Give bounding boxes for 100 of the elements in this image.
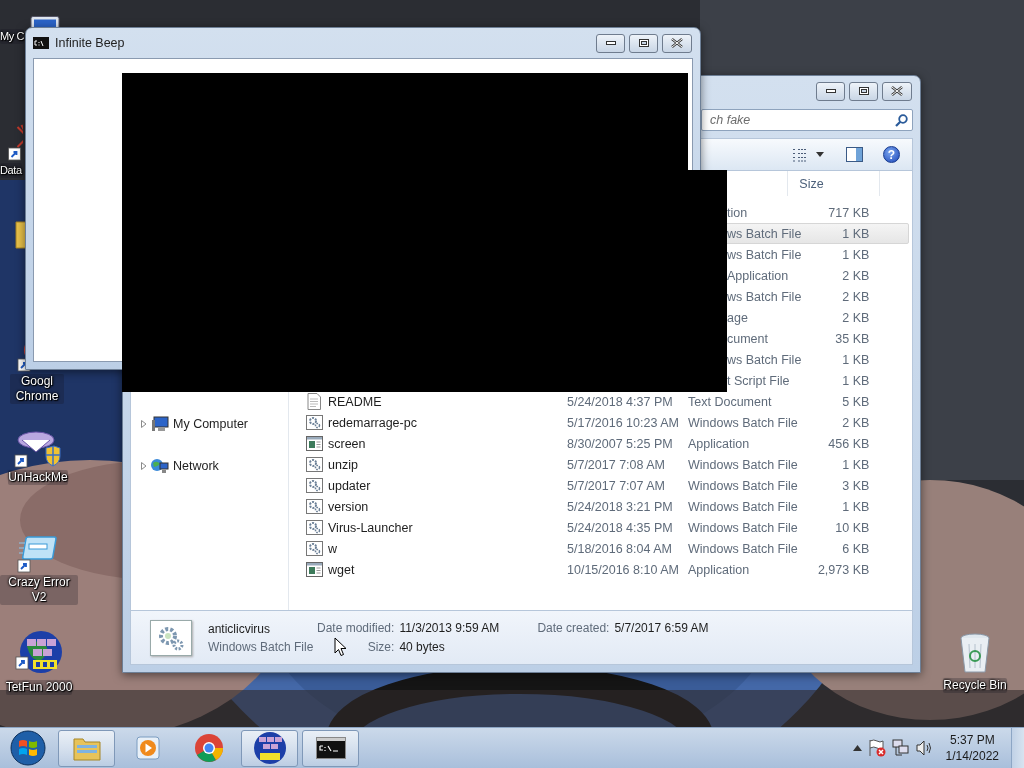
- gear-file-icon: [306, 477, 323, 494]
- window-title: Infinite Beep: [55, 36, 125, 50]
- gear-file-icon: [306, 498, 323, 515]
- file-type: cument: [727, 331, 769, 346]
- gear-file-icon: [306, 414, 323, 431]
- file-type: Application: [727, 268, 790, 283]
- mouse-pointer-icon: [334, 637, 347, 657]
- file-type: Windows Batch File: [688, 457, 799, 472]
- file-size: 1 KB: [841, 499, 870, 514]
- file-date: 5/17/2016 10:23 AM: [567, 415, 680, 430]
- document-icon: [306, 393, 322, 410]
- minimize-button[interactable]: [596, 33, 625, 53]
- file-size: 456 KB: [827, 436, 870, 451]
- terminal-icon: [33, 37, 49, 49]
- maximize-button[interactable]: [849, 81, 878, 101]
- play-icon: [134, 735, 161, 761]
- maximize-button[interactable]: [629, 33, 658, 53]
- desktop-icon-label[interactable]: Recycle Bin: [943, 678, 1007, 693]
- file-type: Windows Batch File: [688, 499, 799, 514]
- file-row[interactable]: redemarrage-pc 5/17/2016 10:23 AM Windows Batch File 2 KB: [289, 412, 910, 433]
- file-type: Windows Batch File: [688, 478, 799, 493]
- file-name: anticlicvirus: [208, 621, 271, 636]
- browser-icon: [193, 733, 224, 763]
- minimize-icon: [605, 41, 616, 45]
- file-size: 2,973 KB: [816, 562, 870, 577]
- minimize-button[interactable]: [816, 81, 845, 101]
- file-size: 6 KB: [841, 541, 870, 556]
- desktop-icon-label[interactable]: UnHackMe: [8, 470, 68, 485]
- file-type: Application: [688, 436, 751, 451]
- file-row[interactable]: unzip 5/7/2017 7:08 AM Windows Batch File 1 KB: [289, 454, 910, 475]
- file-date: 8/30/2007 5:25 PM: [567, 436, 674, 451]
- file-size: 5 KB: [841, 394, 870, 409]
- show-hidden-icons-button[interactable]: [852, 745, 862, 751]
- file-size: 2 KB: [841, 289, 870, 304]
- search-field[interactable]: ch fake: [701, 109, 913, 131]
- gear-file-icon: [306, 519, 323, 536]
- desktop-icon-label[interactable]: TetFun 2000: [5, 680, 73, 695]
- maximize-icon: [858, 87, 869, 95]
- file-name: wget: [328, 562, 356, 577]
- expand-arrow-icon[interactable]: [141, 419, 147, 428]
- file-name: README: [328, 394, 383, 409]
- desktop-icon-label[interactable]: Data: [0, 163, 22, 178]
- file-name: version: [328, 499, 370, 514]
- file-name: updater: [328, 478, 372, 493]
- file-size: 1 KB: [841, 373, 870, 388]
- search-input[interactable]: ch fake: [708, 112, 895, 128]
- file-size: 1 KB: [841, 352, 870, 367]
- desktop-icon-label[interactable]: My C: [0, 29, 25, 44]
- nav-item[interactable]: Network: [173, 458, 219, 473]
- property-value: 11/3/2013 9:59 AM: [399, 620, 501, 635]
- file-type: Windows Batch File: [688, 415, 799, 430]
- preview-pane-icon: [846, 147, 863, 162]
- file-type: t Script File: [727, 373, 791, 388]
- file-name: redemarrage-pc: [328, 415, 418, 430]
- file-type: ws Batch File: [727, 247, 802, 262]
- file-row[interactable]: wget 10/15/2016 8:10 AM Application 2,973 KB: [289, 559, 910, 580]
- file-row[interactable]: version 5/24/2018 3:21 PM Windows Batch File 1 KB: [289, 496, 910, 517]
- preview-pane-button[interactable]: [844, 145, 865, 164]
- file-size: 717 KB: [827, 205, 870, 220]
- file-date: 5/24/2018 3:21 PM: [567, 499, 674, 514]
- shield-icon: [14, 428, 62, 468]
- taskbar-button[interactable]: [302, 729, 359, 767]
- globe-blocks-icon: [252, 731, 287, 765]
- file-type: Windows Batch File: [688, 541, 799, 556]
- file-size: 3 KB: [841, 478, 870, 493]
- file-date: 5/24/2018 4:35 PM: [567, 520, 674, 535]
- file-type: Text Document: [688, 394, 773, 409]
- caret-icon: [852, 745, 862, 751]
- file-name: w: [328, 541, 339, 556]
- desktop-icon-label[interactable]: Crazy Error V2: [0, 575, 78, 605]
- search-icon: [895, 113, 908, 127]
- file-row[interactable]: README 5/24/2018 4:37 PM Text Document 5 KB: [289, 391, 910, 412]
- property-label: Date created:: [537, 620, 610, 635]
- terminal-icon: [315, 737, 346, 759]
- file-row[interactable]: screen 8/30/2007 5:25 PM Application 456 KB: [289, 433, 910, 454]
- close-icon: [671, 38, 683, 48]
- volume-button[interactable]: [915, 740, 934, 756]
- close-button[interactable]: [662, 33, 692, 53]
- clock[interactable]: 5:37 PM 1/14/2022: [939, 732, 1005, 764]
- file-date: 5/24/2018 4:37 PM: [567, 394, 674, 409]
- close-button[interactable]: [882, 81, 912, 101]
- file-row[interactable]: Virus-Launcher 5/24/2018 4:35 PM Windows Batch File 10 KB: [289, 517, 910, 538]
- gear-file-icon: [306, 456, 323, 473]
- file-date: 5/7/2017 7:08 AM: [567, 457, 666, 472]
- nav-item[interactable]: My Computer: [173, 416, 249, 431]
- file-size: 35 KB: [834, 331, 870, 346]
- file-row[interactable]: updater 5/7/2017 7:07 AM Windows Batch File 3 KB: [289, 475, 910, 496]
- file-row[interactable]: w 5/18/2016 8:04 AM Windows Batch File 6 KB: [289, 538, 910, 559]
- flag-button[interactable]: [867, 739, 886, 757]
- computer-icon: [151, 415, 169, 432]
- property-value: 5/7/2017 6:59 AM: [614, 620, 709, 635]
- file-size: 2 KB: [841, 268, 870, 283]
- file-type: Windows Batch File: [688, 520, 799, 535]
- property-value: 40 bytes: [399, 639, 446, 654]
- column-header[interactable]: Size: [787, 171, 881, 196]
- desktop-icon-label[interactable]: Googl Chrome: [10, 374, 64, 404]
- expand-arrow-icon[interactable]: [141, 461, 147, 470]
- file-type: ws Batch File: [727, 226, 802, 241]
- network-button[interactable]: [891, 739, 910, 757]
- taskbar-button[interactable]: [241, 729, 298, 767]
